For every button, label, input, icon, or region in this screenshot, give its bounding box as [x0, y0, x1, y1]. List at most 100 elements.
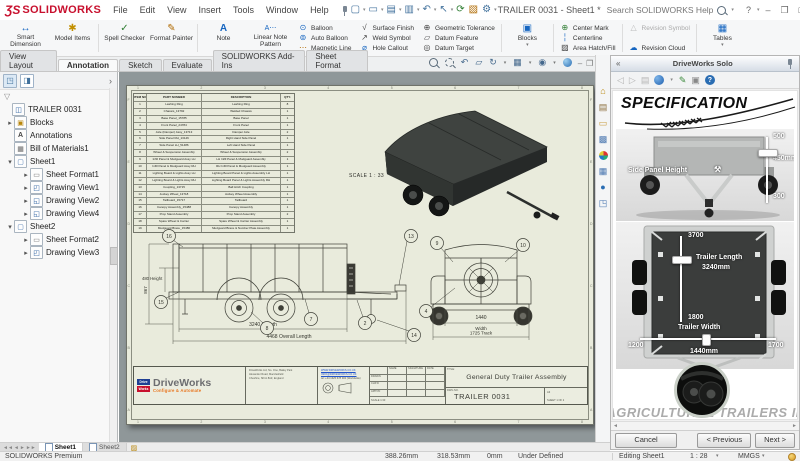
command-tab[interactable]: SOLIDWORKS Add-Ins [213, 50, 306, 71]
blocks-button[interactable]: Blocks [504, 21, 551, 55]
balloon[interactable]: 9 [431, 237, 454, 263]
menu-item[interactable]: File [107, 3, 134, 17]
file-explorer-icon[interactable]: ▭ [597, 117, 609, 129]
table-row[interactable]: 1Lashing RingLashing Ring8 [134, 102, 294, 109]
isometric-dr awing-view[interactable] [367, 94, 579, 232]
rebuild-icon[interactable]: ⟳ [454, 5, 466, 15]
tree-item[interactable]: TRAILER 0031 [0, 103, 117, 116]
side-drawing-view[interactable]: 867 480 Height 3240 Length 4468 Overall … [139, 228, 425, 352]
command-tab[interactable]: Annotation [58, 59, 118, 71]
tree-expand-arrow-icon[interactable] [22, 171, 30, 179]
pin-panel-icon[interactable] [785, 59, 794, 68]
driveworks-tab-icon[interactable]: ● [597, 181, 609, 193]
print-icon[interactable]: ▥ [402, 5, 415, 15]
section-view-icon[interactable]: ▱ [475, 57, 482, 68]
file-properties-icon[interactable]: ▧ [467, 5, 480, 15]
doc-minimize-icon[interactable]: – [578, 59, 582, 68]
next-button[interactable]: Next > [755, 433, 795, 448]
menu-item[interactable]: Edit [134, 3, 162, 17]
ribbon-button[interactable]: Surface Finish [359, 23, 414, 33]
scroll-left-icon[interactable]: ◄ [613, 423, 618, 429]
command-tab[interactable]: View Layout [0, 50, 57, 71]
new-file-icon[interactable]: ▢ [349, 5, 362, 15]
table-row[interactable]: 11Lighting Board & Lights Assy LHLightin… [134, 171, 294, 178]
help-menu[interactable]: ? [741, 5, 756, 15]
drawing-sheet[interactable]: 12345678 12345678 FEDCBA FEDCBA ITEM NO.… [126, 85, 594, 425]
tree-item[interactable]: Sheet1 [0, 155, 117, 168]
table-row[interactable]: 8Wheel & Suspension AssemblyWheel & Susp… [134, 150, 294, 157]
command-tab[interactable]: Evaluate [163, 59, 212, 71]
tree-filter[interactable]: ▽ [0, 90, 117, 102]
edit-form-icon[interactable]: ✎ [679, 75, 687, 86]
menu-item[interactable]: Window [260, 3, 304, 17]
property-manager-tab-icon[interactable]: ◨ [20, 74, 34, 88]
tree-expand-arrow-icon[interactable] [22, 210, 30, 218]
tree-expand-arrow-icon[interactable] [6, 223, 14, 231]
copy-spec-icon[interactable]: ▣ [691, 75, 700, 86]
trailer-width-slider-handle[interactable] [702, 334, 711, 346]
forum-icon[interactable]: ◳ [597, 197, 609, 209]
table-row[interactable]: 4Front Panel_24784Front Panel1 [134, 123, 294, 130]
tree-expand-arrow-icon[interactable] [22, 184, 30, 192]
tree-item[interactable]: Sheet Format1 [0, 168, 117, 181]
editing-state[interactable]: Editing Sheet1 [612, 453, 665, 460]
tree-expand-arrow-icon[interactable] [22, 249, 30, 257]
feature-tree-tab-icon[interactable]: ◳ [3, 74, 17, 88]
menu-item[interactable]: Help [304, 3, 335, 17]
ribbon-button[interactable]: Auto Balloon [298, 33, 351, 43]
ribbon-button[interactable]: Area Hatch/Fill [560, 43, 616, 53]
driveworks-coin-icon[interactable] [788, 453, 796, 461]
balloon[interactable]: 13 [399, 230, 418, 286]
front-drawing-view[interactable]: 1440 Width 1725 Track 9 10 4 [419, 234, 543, 350]
ribbon-button[interactable]: Revision Cloud [629, 43, 690, 53]
tree-item[interactable]: Drawing View2 [0, 194, 117, 207]
restore-icon[interactable]: ❐ [775, 5, 793, 16]
table-row[interactable]: 17Prop Stand AssemblyProp Stand Assembly… [134, 212, 294, 219]
ribbon-button[interactable]: Geometric Tolerance [422, 23, 495, 33]
table-row[interactable]: 18Spare Wheel & CarrierSpare Wheel & Car… [134, 219, 294, 226]
table-row[interactable]: 6Side Panel RH_13146Right Hand Side Pane… [134, 136, 294, 143]
solidworks-resources-icon[interactable]: ⌂ [597, 85, 609, 97]
balloon[interactable]: 15 [155, 292, 180, 309]
search-input[interactable]: Search SOLIDWORKS Help ▾ [601, 5, 741, 15]
table-row[interactable]: 16Canopy Assembly_15488Canopy Assembly1 [134, 205, 294, 212]
ribbon-button[interactable]: Weld Symbol [359, 33, 414, 43]
tree-expand-arrow-icon[interactable] [6, 158, 14, 166]
table-row[interactable]: 14Jockey Wheel_13718Jockey Wheel Assembl… [134, 192, 294, 199]
zoom-to-fit-icon[interactable] [429, 58, 438, 67]
table-row[interactable]: 3Base Panel_15785Base Panel1 [134, 116, 294, 123]
appearances-icon[interactable] [597, 149, 609, 161]
table-row[interactable]: 7Side Panel LH_51486Left Hand Side Panel… [134, 143, 294, 150]
command-tab[interactable]: Sketch [119, 59, 161, 71]
form-horizontal-scrollbar[interactable]: ◄ ► [611, 421, 799, 430]
doc-restore-icon[interactable]: ❐ [586, 59, 593, 68]
appearances-icon[interactable] [563, 58, 572, 67]
tree-expand-arrow-icon[interactable] [22, 197, 30, 205]
graphics-area[interactable]: 12345678 12345678 FEDCBA FEDCBA ITEM NO.… [119, 72, 595, 442]
sheet-scale[interactable]: 1 : 28 [690, 453, 708, 460]
cancel-button[interactable]: Cancel [615, 433, 677, 448]
collapse-panel-icon[interactable]: « [611, 59, 625, 68]
trailer-length-slider-handle[interactable] [672, 256, 692, 264]
menu-item[interactable]: Tools [227, 3, 260, 17]
ribbon-button[interactable]: Datum Feature [422, 33, 495, 43]
balloon[interactable]: 7 [305, 299, 318, 326]
balloon[interactable]: 14 [377, 320, 421, 342]
previous-button[interactable]: < Previous [697, 433, 751, 448]
ribbon-button[interactable]: Centerline [560, 33, 616, 43]
forward-icon[interactable]: ▷ [629, 75, 636, 86]
custom-properties-icon[interactable]: ▦ [597, 165, 609, 177]
table-row[interactable]: 2Chassis_13792Welded Chassis1 [134, 109, 294, 116]
table-row[interactable]: 9Infill Panel & Mudguard Assy LHLH Infil… [134, 157, 294, 164]
options-gear-icon[interactable]: ⚙ [480, 5, 493, 15]
tables-button[interactable]: Tables [699, 21, 746, 55]
units-selector[interactable]: MMGS [738, 453, 760, 460]
view-orientation-icon[interactable]: ↻ [489, 57, 497, 68]
save-spec-icon[interactable]: ▤ [641, 75, 650, 86]
tree-item[interactable]: Drawing View4 [0, 207, 117, 220]
ribbon-button[interactable]: Revision Symbol [629, 23, 690, 33]
bill-of-materials-table[interactable]: ITEM NO.PART NUMBERDESCRIPTIONQTY. 1Lash… [133, 93, 295, 233]
back-icon[interactable]: ◁ [617, 75, 624, 86]
table-row[interactable]: 12Lighting Board & Lights Assy RHLightin… [134, 178, 294, 185]
trailer-length-slider[interactable] [680, 236, 682, 322]
